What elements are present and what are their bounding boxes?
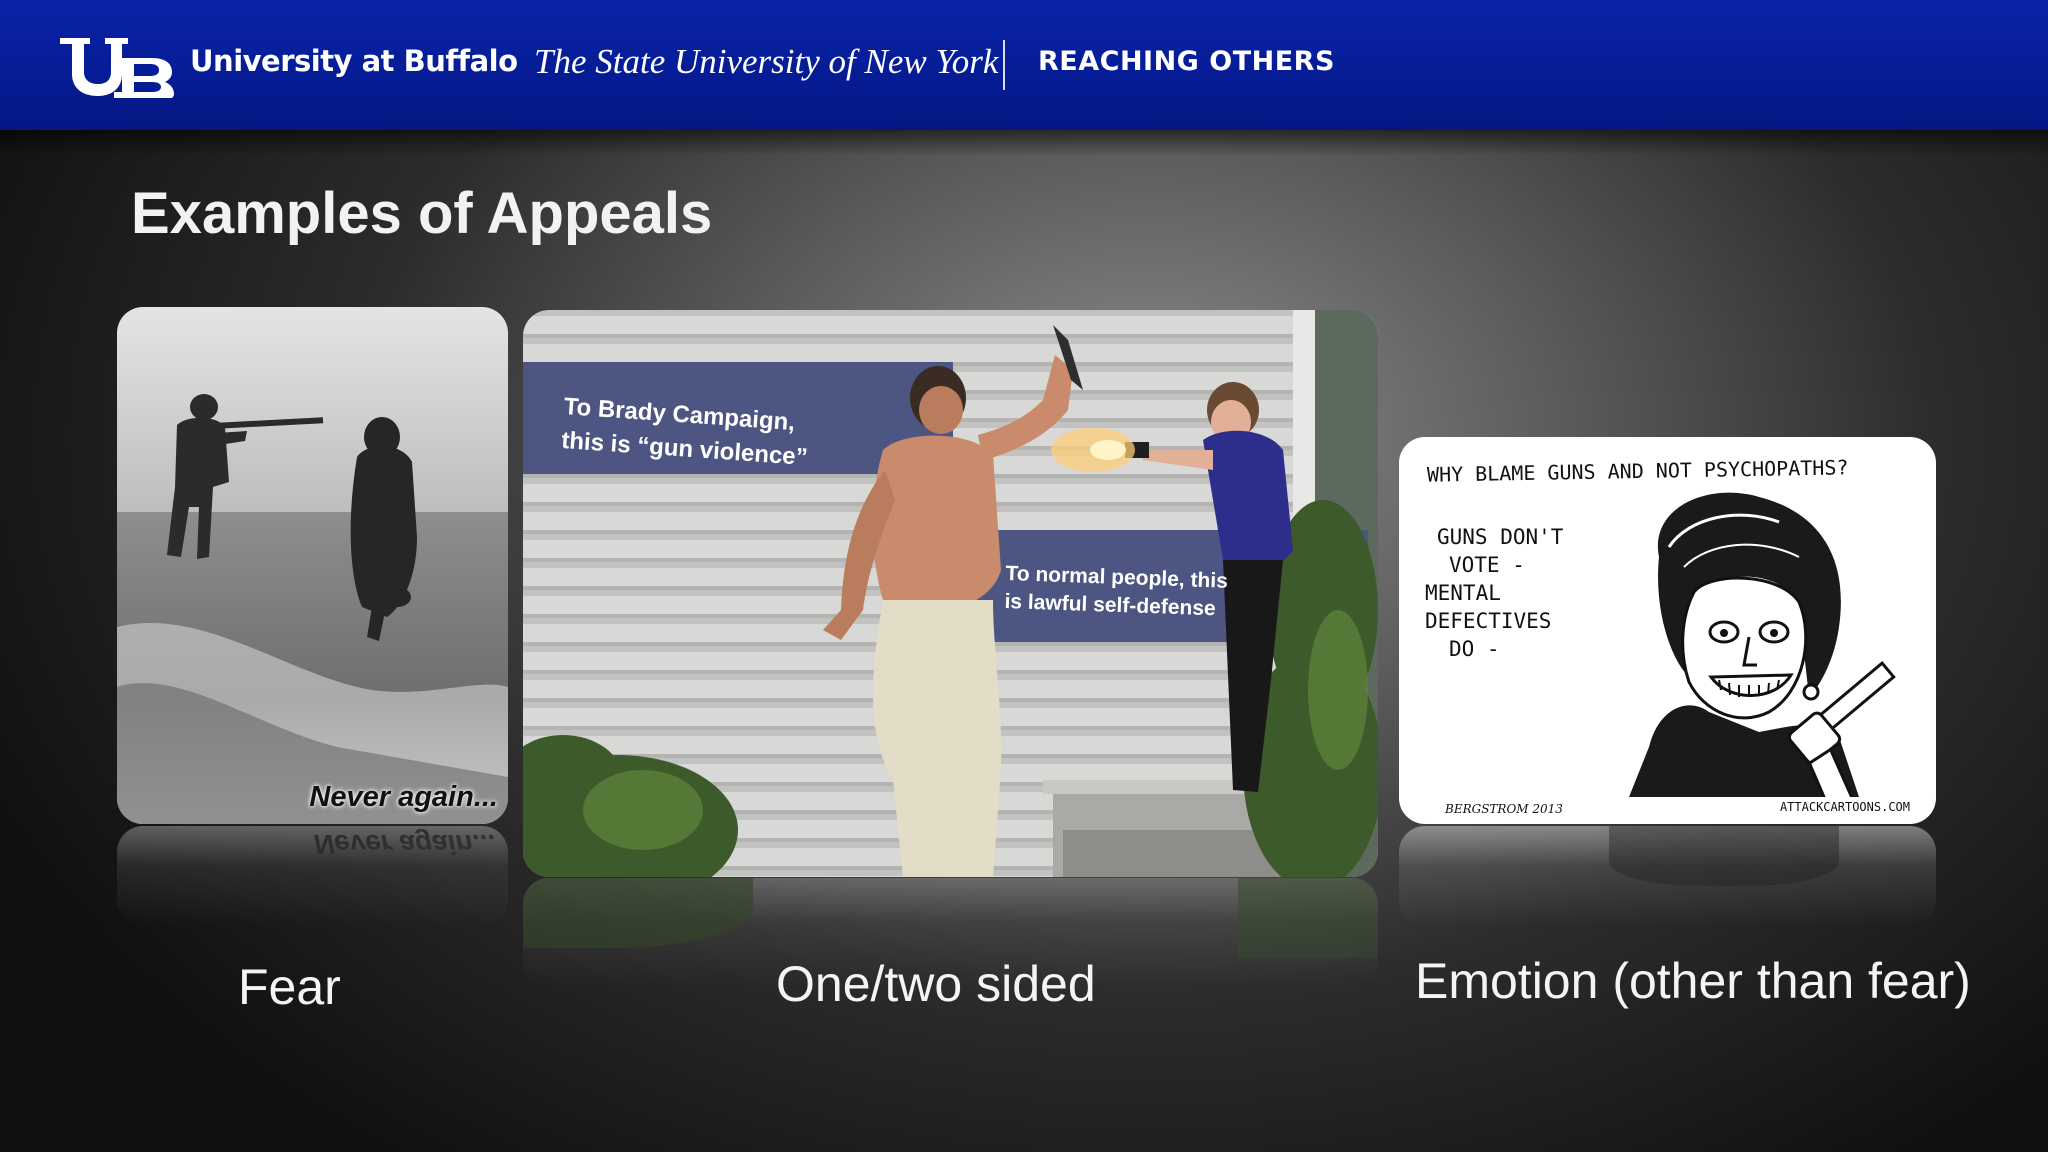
cartoon-text: GUNS DON'T VOTE - MENTAL DEFECTIVES DO - [1425, 523, 1563, 663]
emotion-cartoon-reflection [1399, 826, 1936, 926]
fear-overlay-text: Never again... [309, 781, 498, 813]
self-defense-sign-text: To normal people, this is lawful self-de… [1004, 560, 1228, 624]
cartoon-text-line-3: MENTAL [1425, 581, 1501, 605]
header-shadow [0, 130, 2048, 156]
university-subtitle: The State University of New York [534, 42, 999, 81]
header-tagline: REACHING OTHERS [1038, 46, 1335, 77]
fear-caption: Fear [238, 959, 341, 1015]
fear-image: Never again... [117, 307, 508, 824]
one-two-sided-image: To Brady Campaign, this is “gun violence… [523, 310, 1378, 877]
university-name: University at Buffalo [190, 44, 518, 78]
header-divider [1003, 40, 1005, 90]
cartoon-title: WHY BLAME GUNS AND NOT PSYCHOPATHS? [1426, 455, 1849, 487]
cartoon-credit: ATTACKCARTOONS.COM [1779, 800, 1910, 814]
slide-title: Examples of Appeals [131, 181, 713, 246]
header-bar: University at Buffalo The State Universi… [0, 0, 2048, 130]
cartoon-drawing [1629, 492, 1896, 797]
cartoon-text-line-1: GUNS DON'T [1437, 525, 1564, 549]
cartoon-text-line-2: VOTE - [1449, 553, 1525, 577]
fear-image-reflection: Never again... [117, 826, 508, 926]
one-two-sided-caption: One/two sided [776, 956, 1096, 1012]
cartoon-text-line-4: DEFECTIVES [1425, 609, 1552, 633]
cartoon-signature: BERGSTROM 2013 [1445, 802, 1563, 816]
cartoon-text-line-5: DO - [1449, 637, 1500, 661]
emotion-cartoon-image: WHY BLAME GUNS AND NOT PSYCHOPATHS? GUNS… [1399, 437, 1936, 824]
emotion-caption: Emotion (other than fear) [1415, 953, 1971, 1009]
ub-logo [56, 34, 176, 103]
